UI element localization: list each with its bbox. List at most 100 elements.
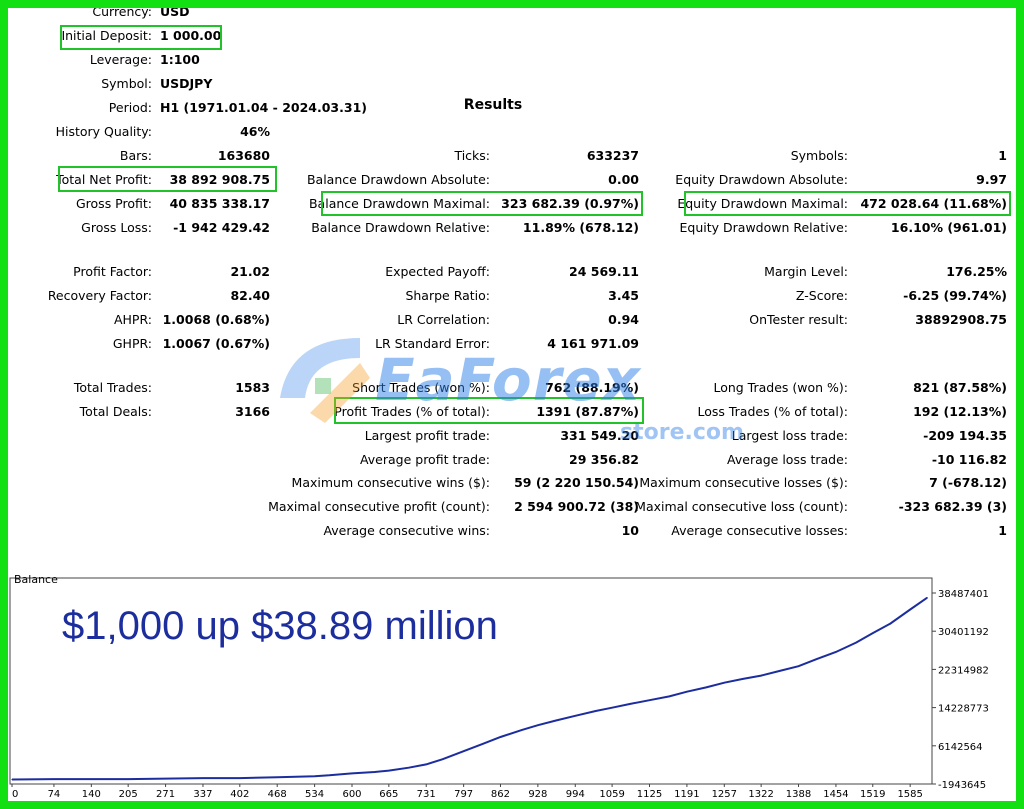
middle-label: Balance Drawdown Absolute: xyxy=(306,172,490,187)
x-tick-label: 74 xyxy=(48,789,61,800)
right-value: 38892908.75 xyxy=(915,312,1007,327)
balance-point xyxy=(926,597,928,599)
balance-point xyxy=(127,778,129,780)
balance-point xyxy=(388,769,390,772)
balance-point xyxy=(164,777,167,780)
middle-label: Maximum consecutive wins ($): xyxy=(291,475,490,490)
balance-point xyxy=(442,758,444,760)
right-label: Maximum consecutive losses ($): xyxy=(639,475,848,490)
balance-point xyxy=(53,778,55,780)
balance-point xyxy=(374,771,376,773)
balance-point xyxy=(686,691,688,693)
balance-point xyxy=(611,707,613,709)
balance-point xyxy=(314,775,316,777)
x-tick-label: 1191 xyxy=(674,789,699,800)
x-tick-label: 665 xyxy=(379,789,398,800)
left-label: Profit Factor: xyxy=(73,264,152,279)
balance-point xyxy=(760,675,762,677)
right-label: Average loss trade: xyxy=(727,452,848,467)
highlight-equity-drawdown-maximal xyxy=(684,191,1011,216)
balance-point xyxy=(648,699,651,701)
y-tick-label: 22314982 xyxy=(938,665,989,676)
highlight-total-net-profit xyxy=(58,166,277,192)
x-tick-label: 205 xyxy=(119,789,138,800)
left-label: Period: xyxy=(108,100,152,115)
middle-label: Average consecutive wins: xyxy=(323,523,490,538)
balance-point xyxy=(408,767,410,769)
left-label: GHPR: xyxy=(112,336,152,351)
y-tick-label: -1943645 xyxy=(938,780,986,791)
x-tick-label: 337 xyxy=(193,789,212,800)
left-value: 40 835 338.17 xyxy=(169,196,270,211)
balance-point xyxy=(889,623,891,625)
middle-value: 59 (2 220 150.54) xyxy=(514,475,639,490)
middle-label: Sharpe Ratio: xyxy=(405,288,490,303)
balance-point xyxy=(555,719,557,722)
left-label: Total Trades: xyxy=(73,380,152,395)
left-value: 163680 xyxy=(217,148,270,163)
left-value: 1:100 xyxy=(160,52,200,67)
balance-point xyxy=(595,710,597,712)
left-value: 1.0068 (0.68%) xyxy=(162,312,270,327)
right-value: 192 (12.13%) xyxy=(913,404,1007,419)
watermark-subtext: store.com xyxy=(620,420,744,445)
balance-point xyxy=(855,641,857,644)
middle-value: 10 xyxy=(621,523,639,538)
right-label: Maximal consecutive loss (count): xyxy=(635,499,848,514)
middle-value: 2 594 900.72 (38) xyxy=(514,499,639,514)
y-tick-label: 30401192 xyxy=(938,627,989,638)
left-label: Symbol: xyxy=(101,76,152,91)
left-label: History Quality: xyxy=(55,124,152,139)
x-tick-label: 1322 xyxy=(748,789,773,800)
x-tick-label: 1519 xyxy=(860,789,885,800)
balance-point xyxy=(835,651,837,653)
right-label: Average consecutive losses: xyxy=(671,523,848,538)
left-value: 82.40 xyxy=(230,288,270,303)
y-tick-label: 38487401 xyxy=(938,589,989,600)
left-label: Bars: xyxy=(119,148,152,163)
x-tick-label: 1454 xyxy=(823,789,848,800)
x-tick-label: 1257 xyxy=(712,789,737,800)
x-tick-label: 731 xyxy=(417,789,436,800)
balance-point xyxy=(872,632,874,634)
right-value: 176.25% xyxy=(946,264,1007,279)
x-tick-label: 271 xyxy=(156,789,175,800)
middle-value: 0.00 xyxy=(608,172,639,187)
right-value: 821 (87.58%) xyxy=(913,380,1007,395)
middle-value: 633237 xyxy=(586,148,639,163)
left-value: USDJPY xyxy=(160,76,213,91)
left-value: H1 (1971.01.04 - 2024.03.31) xyxy=(160,100,367,115)
balance-point xyxy=(11,778,13,781)
balance-point xyxy=(797,665,800,667)
balance-point xyxy=(816,658,818,660)
headline-text: $1,000 up $38.89 million xyxy=(62,604,498,648)
middle-value: 24 569.11 xyxy=(569,264,639,279)
left-value: USD xyxy=(160,4,190,19)
left-label: Recovery Factor: xyxy=(47,288,152,303)
balance-point xyxy=(276,776,278,778)
highlight-initial-deposit xyxy=(60,25,222,50)
middle-label: Expected Payoff: xyxy=(385,264,490,279)
right-value: 16.10% (961.01) xyxy=(890,220,1007,235)
y-tick-label: 14228773 xyxy=(938,704,989,715)
left-label: Gross Loss: xyxy=(81,220,152,235)
middle-label: Balance Drawdown Relative: xyxy=(311,220,490,235)
middle-value: 29 356.82 xyxy=(569,452,639,467)
balance-point xyxy=(723,682,725,684)
left-value: -1 942 429.42 xyxy=(173,220,270,235)
balance-point xyxy=(328,774,330,776)
balance-point xyxy=(239,777,241,779)
middle-label: Average profit trade: xyxy=(359,452,490,467)
left-value: 3166 xyxy=(235,404,270,419)
right-label: Equity Drawdown Absolute: xyxy=(675,172,848,187)
x-tick-label: 1059 xyxy=(599,789,624,800)
balance-point xyxy=(779,670,781,672)
y-tick-label: 6142564 xyxy=(938,742,983,753)
right-value: -209 194.35 xyxy=(923,428,1007,443)
x-tick-label: 928 xyxy=(528,789,547,800)
x-tick-label: 1388 xyxy=(786,789,811,800)
right-label: Z-Score: xyxy=(795,288,848,303)
highlight-balance-drawdown-maximal xyxy=(321,191,643,216)
balance-point xyxy=(499,736,502,738)
balance-point xyxy=(463,750,465,752)
